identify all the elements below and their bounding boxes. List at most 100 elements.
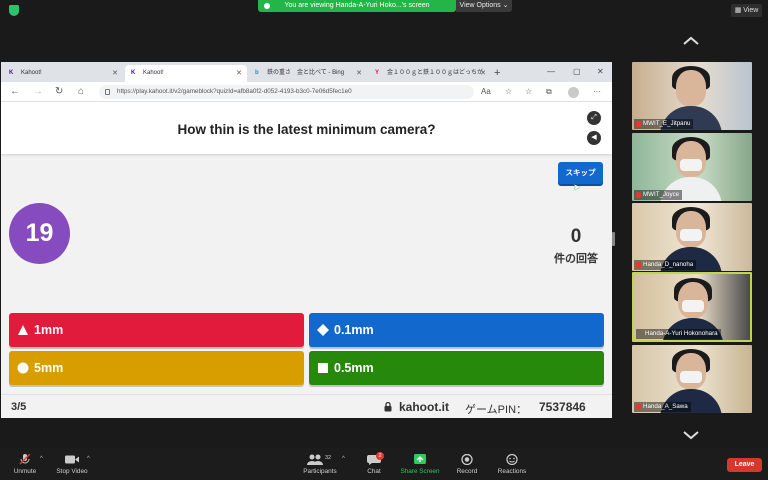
more-options-icon[interactable]: ··· [593,86,601,98]
profile-avatar-icon[interactable] [568,87,579,98]
record-label: Record [456,468,478,475]
tab-label: 金１００ｇと鉄１００ｇはどっちが [387,70,484,76]
video-options-chevron-icon[interactable]: ^ [87,456,90,462]
emoji-reaction-icon [506,454,518,465]
game-footer: 3/5 kahoot.it ゲームPIN： 7537846 [1,394,612,418]
grid-icon: ▦ [734,7,742,14]
audio-options-chevron-icon[interactable]: ^ [40,456,43,462]
view-options-button[interactable]: View Options ⌄ [456,0,512,12]
game-stage: スキップ ➤ 19 0 件の回答 1mm 0.1mm 5mm 0.5mm [1,154,612,418]
view-options-label: View Options [459,2,501,9]
participant-tile-3[interactable]: Handa_D_nanoha [632,203,752,271]
encryption-shield-icon[interactable] [9,5,19,16]
share-banner-text: You are viewing Handa-A-Yuri Hoko...'s s… [284,2,430,9]
answer-label: 1mm [34,323,64,337]
participants-count: 32 [325,455,332,461]
browser-tab-1[interactable]: K Kahoot! ✕ [3,65,123,82]
address-bar: ← → ↻ ⌂ https://play.kahoot.it/v2/gamebl… [1,82,612,102]
participants-button[interactable]: 32 Participants [300,454,340,475]
answer-label: 5mm [34,361,64,375]
close-tab-icon[interactable]: ✕ [356,65,362,82]
unmute-button[interactable]: Unmute [8,454,42,475]
record-button[interactable]: Record [452,454,482,475]
share-indicator-icon [264,3,270,9]
view-button[interactable]: ▦ View [731,4,762,17]
view-button-label: View [743,7,759,14]
bing-icon: b [255,70,259,76]
split-view-handle[interactable] [612,232,615,246]
kahoot-icon: K [131,70,136,76]
minimize-icon[interactable]: — [547,65,555,79]
kahoot-brand: kahoot.it [399,400,449,414]
refresh-icon[interactable]: ↻ [55,85,63,99]
stop-video-button[interactable]: Stop Video [52,454,92,475]
participant-name-tag: MWIT_Joyce [634,190,683,200]
browser-tab-3[interactable]: b 鉄の重さ 金と比べて - Bing ✕ [249,65,367,82]
participant-name-tag: MWIT_E_Jitpanu [634,119,694,129]
reactions-button[interactable]: Reactions [494,454,530,475]
tab-strip: K Kahoot! ✕ K Kahoot! ✕ b 鉄の重さ 金と比べて - B… [1,62,612,82]
fullscreen-icon[interactable]: ⤢ [587,111,601,125]
browser-tab-4[interactable]: Y 金１００ｇと鉄１００ｇはどっちが ✕ [369,65,491,82]
participant-tile-1[interactable]: MWIT_E_Jitpanu [632,62,752,130]
question-text: How thin is the latest minimum camera? [177,122,436,137]
chat-unread-badge: 2 [376,452,384,460]
forward-icon[interactable]: → [33,85,43,99]
muted-microphone-icon [19,454,31,465]
home-icon[interactable]: ⌂ [78,85,84,99]
triangle-icon [18,325,28,335]
tab-label: Kahoot! [21,70,42,76]
volume-icon[interactable]: ◀ [587,131,601,145]
read-aloud-icon[interactable]: Aa [481,86,491,98]
favorites-icon[interactable]: ☆ [525,86,532,98]
browser-tab-2[interactable]: K Kahoot! ✕ [125,65,247,82]
square-icon [318,363,328,373]
close-tab-icon[interactable]: ✕ [480,65,486,82]
collections-icon[interactable]: ⧉ [546,86,552,98]
tab-label: 鉄の重さ 金と比べて - Bing [267,70,345,76]
participants-icon [307,454,323,465]
close-window-icon[interactable]: ✕ [597,65,604,79]
leave-button[interactable]: Leave [727,458,762,472]
video-camera-icon [65,455,79,464]
person-face [676,70,706,106]
chat-label: Chat [367,468,381,475]
question-bar: How thin is the latest minimum camera? ⤢… [1,102,612,154]
back-icon[interactable]: ← [10,85,20,99]
close-tab-icon[interactable]: ✕ [112,65,118,82]
favorite-star-icon[interactable]: ☆ [505,86,512,98]
answer-option-4[interactable]: 0.5mm [309,351,604,385]
answer-option-3[interactable]: 5mm [9,351,304,385]
url-input[interactable]: https://play.kahoot.it/v2/gameblock?quiz… [99,85,474,99]
game-pin-label: ゲームPIN： [465,404,528,416]
scroll-down-chevron-icon[interactable] [682,430,700,440]
answer-label: 0.5mm [334,361,374,375]
share-screen-button[interactable]: Share Screen [398,454,442,475]
screen-share-banner: You are viewing Handa-A-Yuri Hoko...'s s… [258,0,456,12]
record-icon [461,454,473,465]
lock-icon [384,402,392,412]
scroll-up-chevron-icon[interactable] [682,36,700,46]
share-screen-label: Share Screen [400,468,440,475]
face-mask [680,371,702,383]
answer-label: 0.1mm [334,323,374,337]
zoom-meeting-window: You are viewing Handa-A-Yuri Hoko...'s s… [0,0,768,480]
answer-option-1[interactable]: 1mm [9,313,304,347]
participant-tile-5[interactable]: Handa_A_Sawa [632,345,752,413]
participant-tile-2[interactable]: MWIT_Joyce [632,133,752,201]
reactions-label: Reactions [497,468,527,475]
close-tab-icon[interactable]: ✕ [236,65,242,82]
new-tab-icon[interactable]: + [494,65,500,82]
participant-name-tag: Handa_A_Sawa [634,402,691,412]
yahoo-icon: Y [375,70,380,76]
meeting-toolbar: Unmute ^ Stop Video ^ 32 Participants ^ … [0,448,768,480]
participant-tile-4-active-speaker[interactable]: Handa-A-Yuri Hokonohara [632,272,752,342]
face-mask [682,300,704,312]
muted-mic-icon [636,262,641,268]
maximize-icon[interactable]: ▢ [573,65,581,79]
answer-option-2[interactable]: 0.1mm [309,313,604,347]
skip-button[interactable]: スキップ [558,162,603,184]
question-index: 3/5 [11,401,27,413]
participants-options-chevron-icon[interactable]: ^ [342,456,345,462]
mouse-cursor-icon: ➤ [573,182,581,192]
